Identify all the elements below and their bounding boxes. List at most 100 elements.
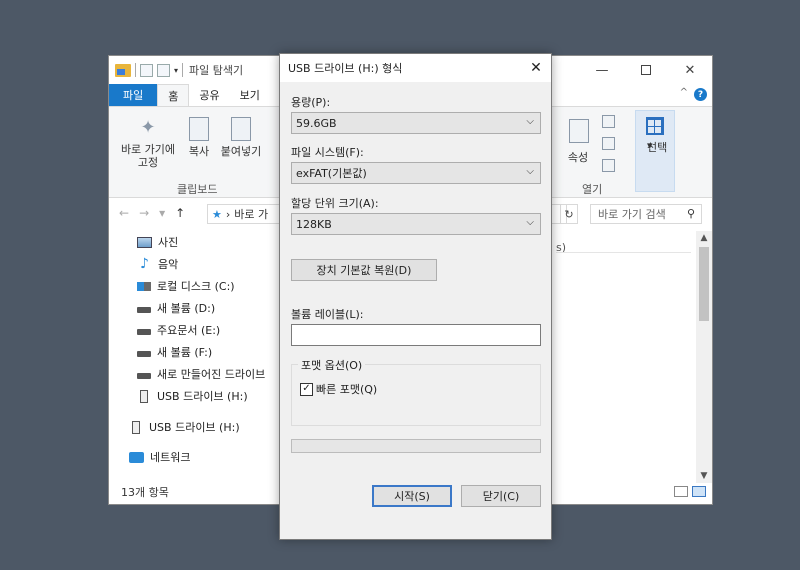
back-arrow-icon[interactable]: ← [119, 206, 129, 220]
nav-item-label: 주요문서 (E:) [157, 324, 221, 337]
paste-button[interactable]: 붙여넣기 [217, 117, 265, 158]
close-window-button[interactable]: ✕ [668, 56, 712, 84]
breadcrumb[interactable]: 바로 가 [234, 206, 268, 222]
window-title: 파일 탐색기 [189, 64, 244, 77]
quick-format-label: 빠른 포맷(Q) [316, 383, 378, 396]
nav-item-usb-drive[interactable]: USB 드라이브 (H:) [137, 388, 248, 404]
usb-drive-icon [132, 420, 140, 434]
breadcrumb-chevron-icon[interactable]: › [226, 208, 230, 221]
usb-drive-icon [140, 389, 148, 403]
volume-label-input[interactable] [291, 324, 541, 346]
nav-item-new-drive[interactable]: 새로 만들어진 드라이브 [137, 366, 265, 382]
restore-defaults-button[interactable]: 장치 기본값 복원(D) [291, 259, 437, 281]
minimize-button[interactable]: — [580, 56, 624, 84]
properties-icon[interactable] [140, 63, 153, 77]
quick-access-star-icon: ★ [212, 207, 222, 221]
nav-item-label: 네트워크 [150, 451, 191, 464]
drive-icon [137, 373, 151, 379]
properties-button[interactable]: 속성 [561, 151, 595, 164]
nav-item-drive-d[interactable]: 새 볼륨 (D:) [137, 300, 215, 316]
search-icon: ⚲ [686, 207, 695, 220]
nav-item-label: USB 드라이브 (H:) [149, 421, 240, 434]
close-button[interactable]: 닫기(C) [461, 485, 541, 507]
nav-item-drive-f[interactable]: 새 볼륨 (F:) [137, 344, 212, 360]
open-icon[interactable] [602, 115, 615, 128]
pin-label-line2: 고정 [137, 156, 159, 169]
nav-item-label: 새 볼륨 (D:) [157, 302, 216, 315]
chevron-down-icon: ⌵ [526, 116, 534, 127]
large-icons-view-icon[interactable] [692, 486, 706, 497]
windows-drive-icon [137, 281, 151, 291]
select-dropdown-arrow: ▾ [647, 139, 653, 152]
new-folder-icon[interactable] [157, 63, 170, 77]
help-icon[interactable]: ? [694, 88, 707, 101]
pin-to-quick-access-button[interactable]: ✦ 바로 가기에 고정 [115, 117, 181, 169]
dialog-title: USB 드라이브 (H:) 형식 [288, 62, 403, 75]
music-note-icon: ♪ [140, 256, 149, 272]
dialog-close-button[interactable]: ✕ [521, 54, 551, 82]
pictures-icon [137, 236, 152, 248]
network-icon [129, 451, 144, 463]
forward-arrow-icon[interactable]: → [139, 206, 149, 220]
nav-item-label: 로컬 디스크 (C:) [157, 280, 235, 293]
capacity-select[interactable]: 59.6GB ⌵ [291, 112, 541, 134]
tab-share[interactable]: 공유 [189, 84, 229, 106]
collapse-ribbon-icon[interactable]: ^ [680, 87, 688, 98]
copy-label: 복사 [188, 145, 210, 158]
format-options-legend: 포맷 옵션(O) [298, 357, 366, 373]
drive-icon [137, 329, 151, 335]
nav-item-label: 음악 [158, 258, 179, 271]
details-view-icon[interactable] [674, 486, 688, 497]
chevron-down-icon: ⌵ [526, 217, 534, 228]
scroll-thumb[interactable] [699, 247, 709, 321]
drive-icon [137, 351, 151, 357]
properties-large-icon [569, 119, 589, 143]
customize-toolbar-arrow-icon[interactable]: ▾ [174, 66, 178, 75]
vertical-scrollbar[interactable]: ▲ ▼ [696, 231, 712, 483]
clipboard-group-label: 클립보드 [177, 183, 218, 196]
toolbar-divider [182, 63, 184, 77]
item-count: 13개 항목 [121, 486, 169, 499]
nav-item-label: 새 볼륨 (F:) [157, 346, 213, 359]
tab-view[interactable]: 보기 [230, 84, 270, 106]
view-toggle [674, 486, 706, 497]
maximize-icon [641, 65, 651, 75]
allocation-unit-value: 128KB [296, 217, 332, 231]
volume-label-label: 볼륨 레이블(L): [291, 308, 364, 321]
maximize-button[interactable] [624, 56, 668, 84]
nav-item-usb-drive-root[interactable]: USB 드라이브 (H:) [129, 419, 240, 435]
copy-icon [189, 117, 209, 141]
tab-file[interactable]: 파일 [109, 84, 158, 106]
nav-item-drive-c[interactable]: 로컬 디스크 (C:) [137, 278, 235, 294]
edit-icon[interactable] [602, 137, 615, 150]
nav-item-label: 사진 [158, 236, 179, 249]
search-input[interactable]: 바로 가기 검색 ⚲ [590, 204, 702, 224]
allocation-unit-select[interactable]: 128KB ⌵ [291, 213, 541, 235]
nav-item-pictures[interactable]: 사진 [137, 234, 178, 250]
pin-icon: ✦ [140, 117, 156, 138]
quick-format-option[interactable]: ✓ 빠른 포맷(Q) [300, 381, 377, 397]
copy-button[interactable]: 복사 [185, 117, 213, 158]
nav-item-music[interactable]: ♪ 음악 [137, 256, 178, 272]
open-group-label: 열기 [582, 183, 603, 196]
history-icon[interactable] [602, 159, 615, 172]
capacity-label: 용량(P): [291, 96, 331, 109]
nav-item-network[interactable]: 네트워크 [129, 449, 190, 465]
paste-label: 붙여넣기 [220, 145, 262, 158]
recent-locations-icon[interactable]: ▾ [159, 206, 165, 220]
up-arrow-icon[interactable]: ↑ [175, 206, 185, 220]
filesystem-value: exFAT(기본값) [296, 167, 367, 180]
format-dialog: USB 드라이브 (H:) 형식 ✕ 용량(P): 59.6GB ⌵ 파일 시스… [279, 53, 552, 540]
scroll-up-arrow-icon[interactable]: ▲ [696, 231, 712, 245]
start-button[interactable]: 시작(S) [372, 485, 452, 507]
filesystem-select[interactable]: exFAT(기본값) ⌵ [291, 162, 541, 184]
tab-home[interactable]: 홈 [157, 84, 190, 106]
chevron-down-icon: ⌵ [526, 166, 534, 177]
quick-format-checkbox[interactable]: ✓ [300, 382, 313, 396]
nav-item-drive-e[interactable]: 주요문서 (E:) [137, 322, 220, 338]
select-button[interactable]: 선택 ▾ [635, 110, 675, 192]
dialog-titlebar: USB 드라이브 (H:) 형식 ✕ [280, 54, 551, 82]
refresh-button[interactable]: ↻ [560, 204, 578, 224]
select-grid-icon [646, 117, 664, 135]
nav-item-label: USB 드라이브 (H:) [157, 390, 248, 403]
